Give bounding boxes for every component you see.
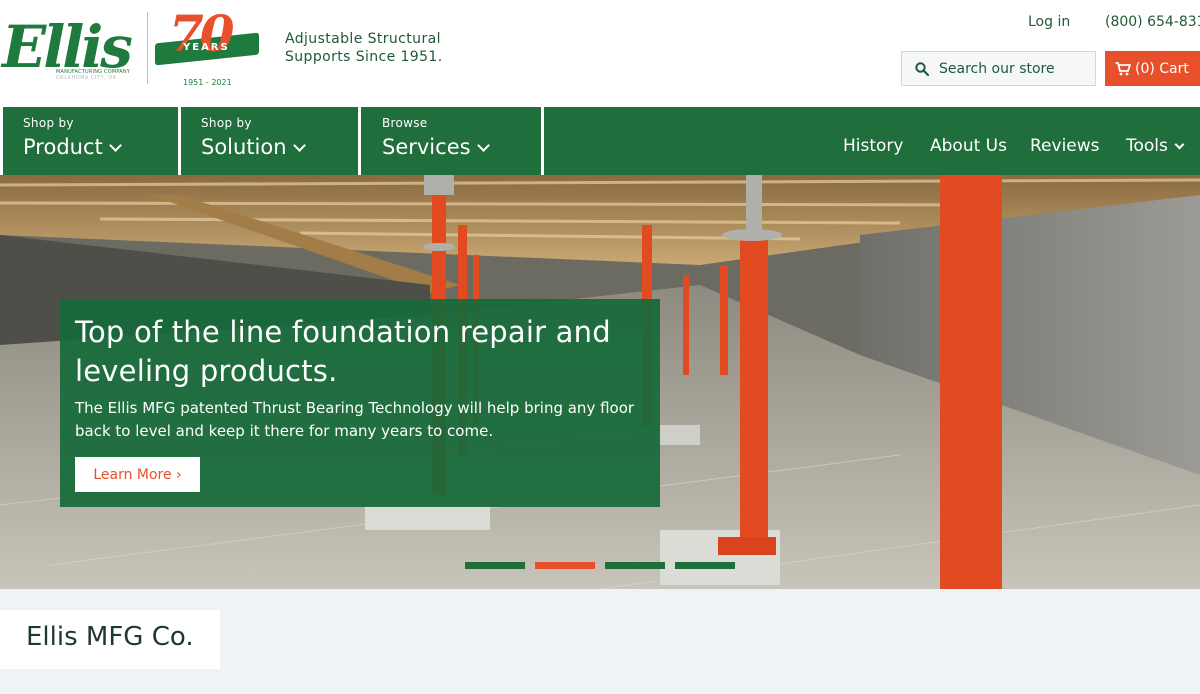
site-header: Ellis MANUFACTURING COMPANY OKLAHOMA CIT… bbox=[0, 0, 1200, 107]
anniversary-logo: 70 YEARS 1951 - 2021 bbox=[155, 4, 265, 88]
nav-tab-product[interactable]: Shop by Product bbox=[3, 107, 178, 175]
nav-tab-services[interactable]: Browse Services bbox=[361, 107, 541, 175]
tagline: Adjustable Structural Supports Since 195… bbox=[285, 30, 443, 66]
nav-tab-product-eyebrow: Shop by bbox=[23, 116, 74, 130]
nav-tab-services-eyebrow: Browse bbox=[382, 116, 428, 130]
nav-tab-product-label: Product bbox=[23, 135, 122, 159]
chevron-down-icon bbox=[476, 139, 490, 152]
nav-link-history[interactable]: History bbox=[843, 136, 903, 156]
slider-dot-4[interactable] bbox=[675, 562, 735, 569]
search-input[interactable] bbox=[939, 60, 1089, 77]
hero-card: Top of the line foundation repair and le… bbox=[60, 299, 660, 507]
search-box[interactable] bbox=[901, 51, 1096, 86]
logo-text: Ellis bbox=[2, 13, 133, 81]
nav-tab-solution-text: Solution bbox=[201, 135, 287, 159]
hero-description: The Ellis MFG patented Thrust Bearing Te… bbox=[75, 399, 635, 440]
hero-slider[interactable]: Top of the line foundation repair and le… bbox=[0, 175, 1200, 589]
tagline-line-1: Adjustable Structural bbox=[285, 31, 441, 47]
ellis-logo[interactable]: Ellis MANUFACTURING COMPANY OKLAHOMA CIT… bbox=[2, 14, 142, 86]
nav-tab-solution[interactable]: Shop by Solution bbox=[181, 107, 358, 175]
learn-more-button[interactable]: Learn More › bbox=[75, 457, 200, 492]
chevron-down-icon bbox=[108, 139, 122, 152]
nav-tab-services-text: Services bbox=[382, 135, 471, 159]
nav-link-reviews[interactable]: Reviews bbox=[1030, 136, 1100, 156]
section-title-box: Ellis MFG Co. bbox=[0, 610, 220, 669]
section-title: Ellis MFG Co. bbox=[26, 622, 194, 652]
cart-label: (0) Cart bbox=[1135, 60, 1189, 77]
content-section: Ellis MFG Co. bbox=[0, 589, 1200, 694]
nav-link-tools-text: Tools bbox=[1126, 136, 1168, 156]
chevron-down-icon bbox=[1174, 139, 1185, 150]
search-icon[interactable] bbox=[915, 61, 929, 76]
anniversary-word: YEARS bbox=[183, 42, 230, 53]
anniversary-number: 70 bbox=[169, 4, 235, 63]
phone-number[interactable]: (800) 654-8311 bbox=[1105, 14, 1200, 30]
nav-link-about-us[interactable]: About Us bbox=[930, 136, 1007, 156]
chevron-down-icon bbox=[292, 139, 306, 152]
nav-tab-product-text: Product bbox=[23, 135, 103, 159]
logo-location: OKLAHOMA CITY, OK bbox=[56, 75, 117, 81]
hero-title: Top of the line foundation repair and le… bbox=[75, 315, 611, 388]
logo-divider bbox=[147, 12, 148, 84]
slider-dot-1[interactable] bbox=[465, 562, 525, 569]
nav-separator bbox=[541, 107, 544, 175]
cart-button[interactable]: (0) Cart bbox=[1105, 51, 1200, 86]
nav-link-tools[interactable]: Tools bbox=[1126, 136, 1185, 156]
anniversary-range: 1951 - 2021 bbox=[183, 78, 232, 87]
main-nav: Shop by Product Shop by Solution Browse … bbox=[0, 107, 1200, 175]
cart-icon bbox=[1115, 61, 1131, 76]
login-link[interactable]: Log in bbox=[1028, 14, 1070, 30]
nav-tab-services-label: Services bbox=[382, 135, 490, 159]
slider-dot-3[interactable] bbox=[605, 562, 665, 569]
tagline-line-2: Supports Since 1951. bbox=[285, 49, 443, 65]
nav-tab-solution-eyebrow: Shop by bbox=[201, 116, 252, 130]
slider-dots bbox=[465, 562, 745, 570]
slider-dot-2[interactable] bbox=[535, 562, 595, 569]
nav-tab-solution-label: Solution bbox=[201, 135, 306, 159]
